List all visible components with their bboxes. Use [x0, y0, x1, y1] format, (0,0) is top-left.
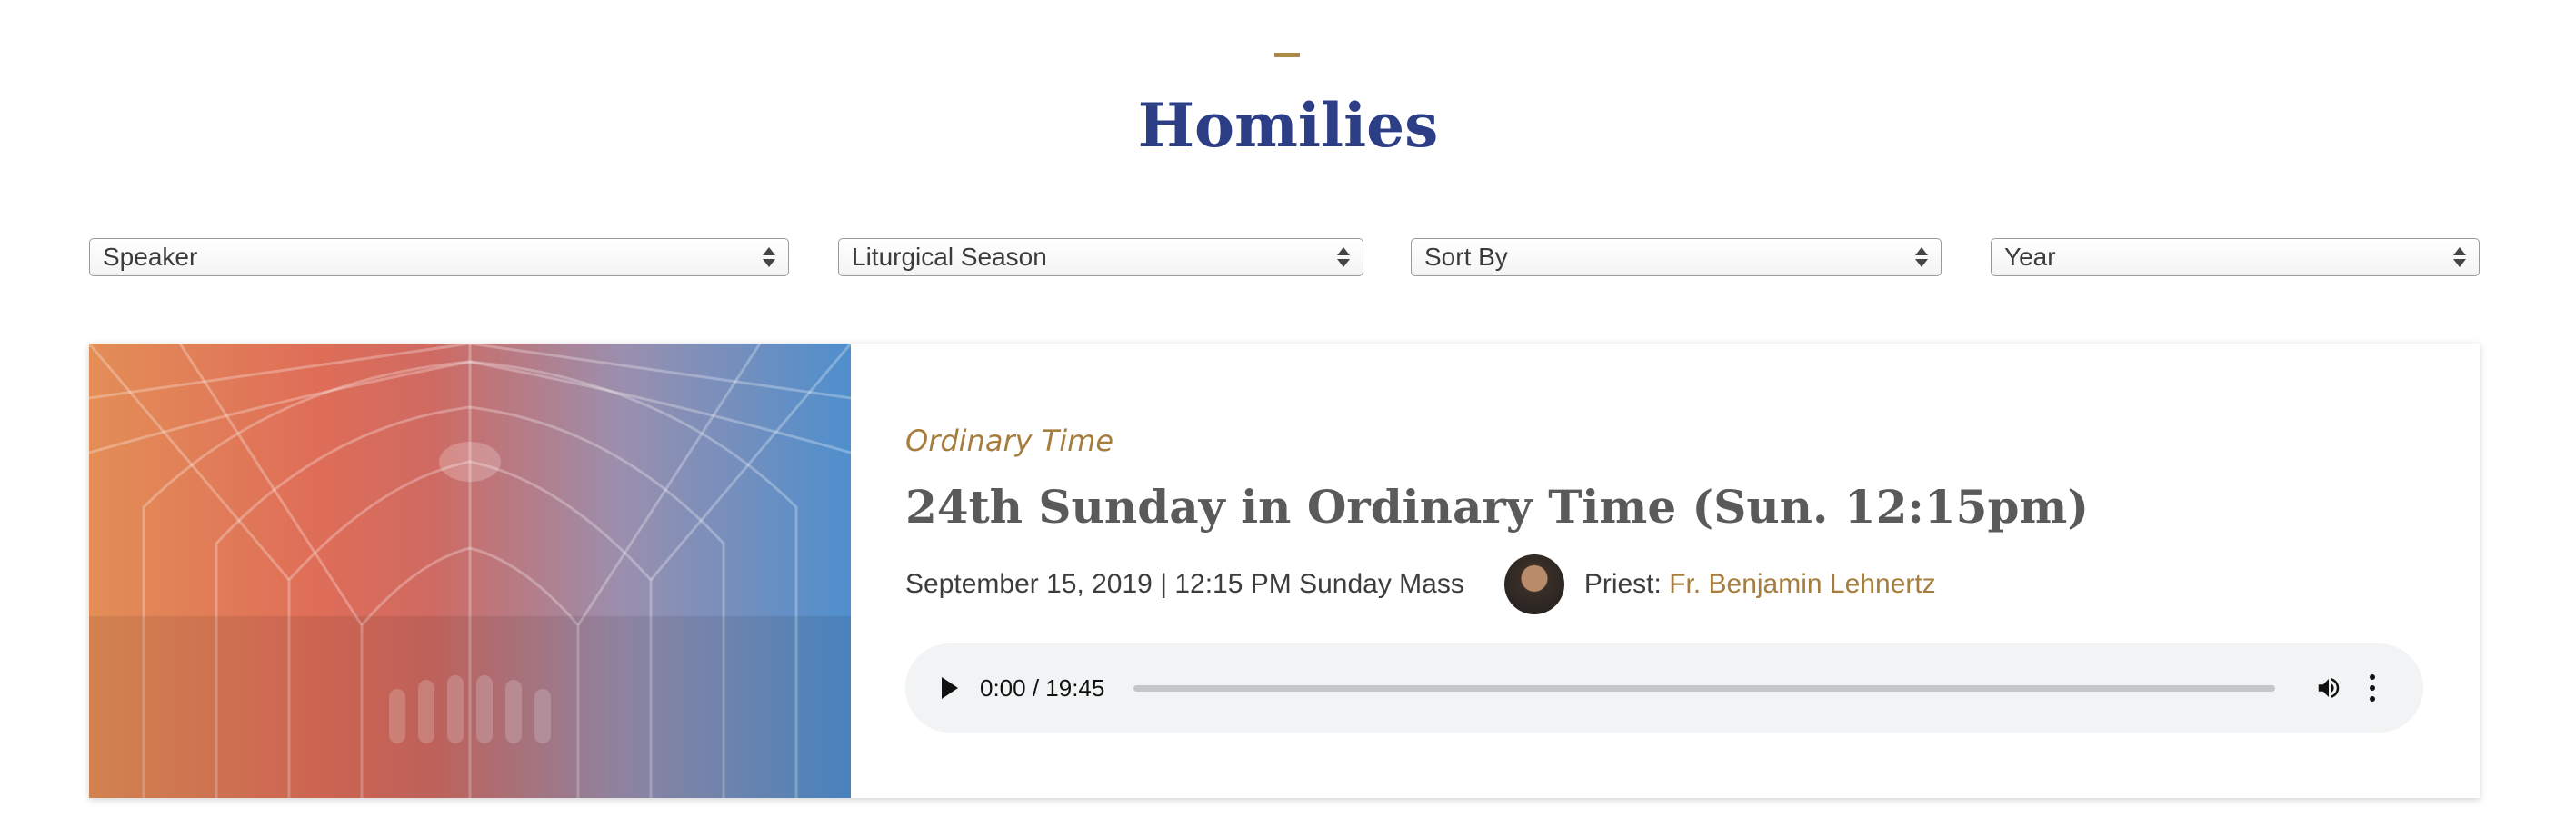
homily-details: Ordinary Time 24th Sunday in Ordinary Ti…	[905, 344, 2480, 798]
sort-by-select-label: Sort By	[1424, 243, 1508, 271]
dropdown-arrows-icon	[2453, 244, 2466, 270]
year-select[interactable]: Year	[1991, 238, 2480, 276]
homily-title[interactable]: 24th Sunday in Ordinary Time (Sun. 12:15…	[905, 480, 2089, 534]
priest-name-link[interactable]: Fr. Benjamin Lehnertz	[1669, 569, 1935, 600]
more-options-icon[interactable]	[2368, 674, 2377, 702]
audio-time: 0:00 / 19:45	[980, 673, 1105, 702]
year-select-label: Year	[2004, 243, 2056, 271]
dropdown-arrows-icon	[1915, 244, 1928, 270]
speaker-select[interactable]: Speaker	[89, 238, 789, 276]
title-accent-dash	[1274, 53, 1300, 57]
audio-progress-bar[interactable]	[1133, 684, 2276, 692]
liturgical-season-select[interactable]: Liturgical Season	[838, 238, 1363, 276]
homily-meta: September 15, 2019 | 12:15 PM Sunday Mas…	[905, 554, 1936, 614]
cathedral-image	[89, 344, 851, 798]
dropdown-arrows-icon	[763, 244, 775, 270]
audio-player: 0:00 / 19:45	[905, 643, 2423, 733]
liturgical-season-select-label: Liturgical Season	[852, 243, 1047, 271]
volume-icon[interactable]	[2315, 674, 2342, 702]
priest-label: Priest:	[1583, 569, 1670, 599]
liturgical-season-tag: Ordinary Time	[905, 424, 1113, 458]
homilies-page: Homilies Speaker Liturgical Season Sort …	[0, 0, 2576, 818]
play-icon[interactable]	[942, 677, 958, 699]
priest-avatar	[1503, 554, 1564, 614]
page-title: Homilies	[1137, 90, 1439, 161]
homily-card: Ordinary Time 24th Sunday in Ordinary Ti…	[89, 344, 2480, 798]
cathedral-illustration	[89, 344, 851, 798]
dropdown-arrows-icon	[1337, 244, 1350, 270]
speaker-select-label: Speaker	[103, 243, 198, 271]
sort-by-select[interactable]: Sort By	[1411, 238, 1942, 276]
homily-date: September 15, 2019 | 12:15 PM Sunday Mas…	[905, 569, 1464, 599]
